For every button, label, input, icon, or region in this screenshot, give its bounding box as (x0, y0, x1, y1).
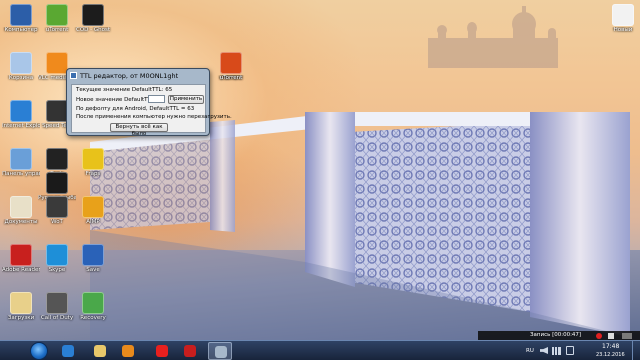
explorer-icon (94, 345, 106, 357)
desktop-icon-label: Call of Duty (40, 315, 74, 321)
desktop-icon-label: Документы (4, 219, 38, 225)
android-note: По дефолту для Android, DefaultTTL = 63 (76, 106, 195, 112)
ttl-editor-icon (215, 346, 227, 358)
action-center-icon[interactable] (566, 346, 574, 355)
desktop-icon-label: Adobe Reader (2, 267, 40, 273)
skype-icon (46, 244, 68, 266)
record-taskbar-button[interactable] (178, 342, 202, 360)
explorer-taskbar-button[interactable] (88, 342, 112, 360)
record-icon (184, 345, 196, 357)
frozen-railing (90, 112, 630, 340)
reset-button[interactable]: Вернуть всё как было (110, 123, 168, 137)
wot-icon (46, 196, 68, 218)
desktop-icon[interactable]: Call of Duty (38, 292, 76, 336)
fraps-icon (82, 148, 104, 170)
aimp-icon (82, 196, 104, 218)
desktop-icon-label: WoT (51, 219, 63, 225)
ttl-editor-window[interactable]: TTL редактор, от M0ONL1ght Текущее значе… (66, 68, 232, 137)
yandex-browser-icon (156, 345, 168, 357)
desktop-icon-label: Internet Explorer (2, 123, 40, 129)
ie-icon (62, 345, 74, 357)
app-icon (70, 72, 77, 79)
desktop-icon-label: Панель управления (2, 171, 40, 177)
cathedral-silhouette (428, 6, 558, 68)
desktop-icon-label: uTorrent (219, 75, 243, 81)
desktop-icon[interactable]: Новый (604, 4, 640, 48)
desktop-icon[interactable]: Internet Explorer (2, 100, 40, 144)
desktop-icon[interactable]: Save (74, 244, 112, 288)
recovery-icon (82, 292, 104, 314)
camera-icon[interactable] (622, 333, 632, 339)
taskbar: RU 17:48 23.12.2016 (0, 340, 640, 360)
stop-icon[interactable] (608, 333, 614, 339)
dialog-body: Текущее значение DefaultTTL: 65 Новое зн… (71, 84, 232, 137)
desktop-icon-label: Skype (48, 267, 66, 273)
desktop-icon[interactable]: AIMP (74, 196, 112, 240)
desktop-icon[interactable]: Skype (38, 244, 76, 288)
desktop-icon-label: AIMP (86, 219, 100, 225)
desktop-icon[interactable]: Компьютер (2, 4, 40, 48)
record-icon[interactable] (596, 333, 602, 339)
desktop-icon-label: Save (86, 267, 100, 273)
desktop-icon[interactable]: Документы (2, 196, 40, 240)
window-title: TTL редактор, от M0ONL1ght (80, 71, 179, 80)
clock-date[interactable]: 23.12.2016 (596, 352, 625, 358)
app-icon (220, 52, 242, 74)
save-icon (82, 244, 104, 266)
desktop-icon[interactable]: uTorrent (212, 52, 250, 96)
desktop-icon-label: uTorrent (45, 27, 69, 33)
game-icon (46, 172, 68, 194)
document-icon (612, 4, 634, 26)
show-desktop-button[interactable] (632, 341, 640, 360)
yandex-browser-taskbar-button[interactable] (150, 342, 174, 360)
clock-time[interactable]: 17:48 (602, 343, 619, 350)
restart-note: После применения компьютер нужно перезаг… (76, 114, 232, 120)
cod-icon (46, 292, 68, 314)
pdf-icon (10, 244, 32, 266)
current-ttl-label: Текущее значение DefaultTTL: 65 (76, 87, 173, 93)
tools-icon (46, 148, 68, 170)
vlc-icon (46, 52, 68, 74)
desktop-icon-label: COD - Ghost (75, 27, 111, 33)
start-button[interactable] (30, 342, 48, 360)
desktop-icon[interactable]: WoT (38, 196, 76, 240)
utorrent-icon (46, 4, 68, 26)
volume-icon[interactable] (540, 347, 548, 354)
desktop-icon[interactable]: COD - Ghost (74, 4, 112, 48)
documents-icon (10, 196, 32, 218)
desktop-icon[interactable]: uTorrent (38, 4, 76, 48)
folder-icon (10, 292, 32, 314)
media-player-icon (122, 345, 134, 357)
desktop-icon[interactable]: Корзина (2, 52, 40, 96)
desktop-icon[interactable]: Recovery (74, 292, 112, 336)
media-player-taskbar-button[interactable] (116, 342, 140, 360)
apply-button[interactable]: Применить (168, 95, 204, 104)
new-ttl-label: Новое значение DefaultTTL: (76, 97, 156, 103)
desktop-icon-label: Загрузки (7, 315, 35, 321)
computer-icon (10, 4, 32, 26)
cod-ghosts-icon (82, 4, 104, 26)
desktop-icon-label: Recovery (80, 315, 106, 321)
desktop-icon-label: Новый (613, 27, 633, 33)
desktop-icon-label: Компьютер (4, 27, 38, 33)
new-ttl-input[interactable] (148, 95, 165, 103)
network-icon[interactable] (552, 347, 561, 355)
desktop-icon[interactable]: Adobe Reader (2, 244, 40, 288)
ie-icon (10, 100, 32, 122)
desktop-icon-label: Корзина (8, 75, 34, 81)
speedtest-icon (46, 100, 68, 122)
recycle-bin-icon (10, 52, 32, 74)
language-indicator[interactable]: RU (526, 348, 534, 354)
desktop-icon[interactable]: Панель управления (2, 148, 40, 192)
control-panel-icon (10, 148, 32, 170)
ttl-editor-taskbar-button[interactable] (208, 342, 232, 360)
desktop-icon[interactable]: Загрузки (2, 292, 40, 336)
desktop-icon[interactable]: Fraps (74, 148, 112, 192)
desktop-icon-label: Fraps (85, 171, 101, 177)
recording-timer: Запись [00:00:47] (530, 332, 582, 338)
title-bar[interactable]: TTL редактор, от M0ONL1ght (67, 69, 209, 82)
ie-taskbar-button[interactable] (56, 342, 80, 360)
